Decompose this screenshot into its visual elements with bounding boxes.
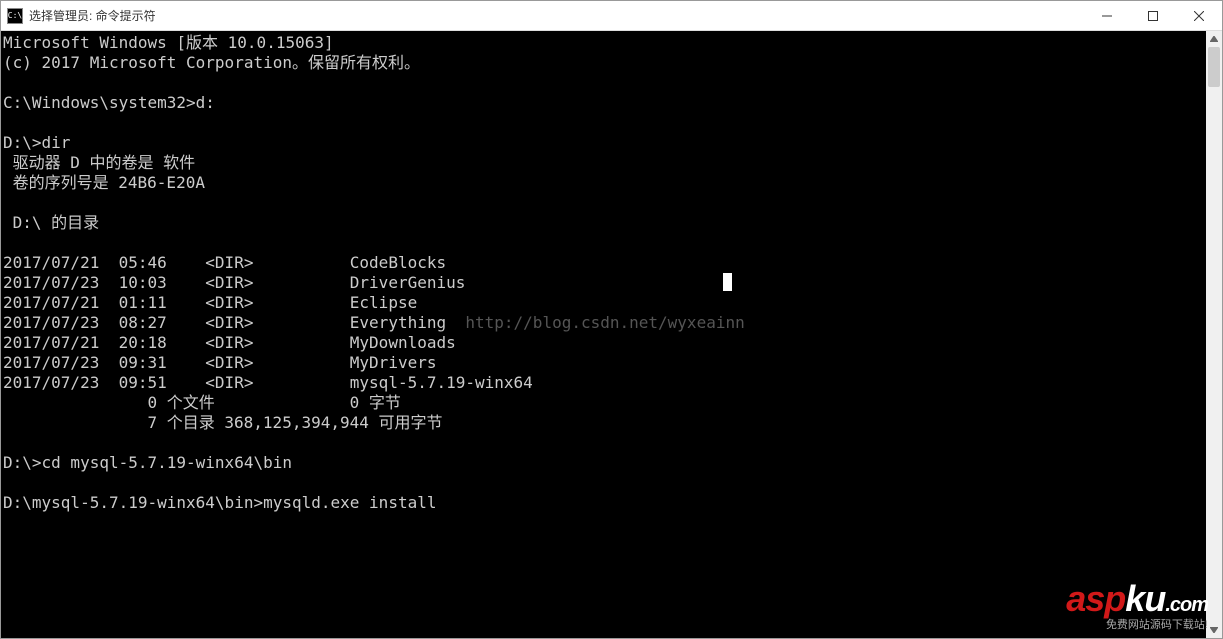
watermark-blog-url: http://blog.csdn.net/wyxeainn — [446, 313, 745, 332]
terminal-output[interactable]: Microsoft Windows [版本 10.0.15063](c) 201… — [1, 31, 1206, 638]
terminal-line: 2017/07/23 08:27 <DIR> Everything http:/… — [3, 313, 1206, 333]
window-title: 选择管理员: 命令提示符 — [29, 7, 156, 24]
maximize-button[interactable] — [1130, 1, 1176, 30]
terminal-line: (c) 2017 Microsoft Corporation。保留所有权利。 — [3, 53, 1206, 73]
scroll-down-arrow[interactable] — [1206, 622, 1222, 638]
terminal-line: 2017/07/23 09:31 <DIR> MyDrivers — [3, 353, 1206, 373]
terminal-line: 0 个文件 0 字节 — [3, 393, 1206, 413]
terminal-line: 2017/07/23 09:51 <DIR> mysql-5.7.19-winx… — [3, 373, 1206, 393]
vertical-scrollbar[interactable] — [1206, 31, 1222, 638]
terminal-line: 驱动器 D 中的卷是 软件 — [3, 153, 1206, 173]
terminal-line: D:\ 的目录 — [3, 213, 1206, 233]
terminal-line: 7 个目录 368,125,394,944 可用字节 — [3, 413, 1206, 433]
terminal-line: D:\mysql-5.7.19-winx64\bin>mysqld.exe in… — [3, 493, 1206, 513]
minimize-button[interactable] — [1084, 1, 1130, 30]
terminal-line: 2017/07/21 20:18 <DIR> MyDownloads — [3, 333, 1206, 353]
terminal-line: D:\>cd mysql-5.7.19-winx64\bin — [3, 453, 1206, 473]
scroll-thumb[interactable] — [1208, 47, 1220, 87]
terminal-line: 2017/07/21 05:46 <DIR> CodeBlocks — [3, 253, 1206, 273]
app-icon: C:\ — [7, 8, 23, 24]
terminal-line: 2017/07/23 10:03 <DIR> DriverGenius — [3, 273, 1206, 293]
scroll-up-arrow[interactable] — [1206, 31, 1222, 47]
text-cursor — [723, 273, 732, 291]
terminal-line: C:\Windows\system32>d: — [3, 93, 1206, 113]
window-controls — [1084, 1, 1222, 30]
titlebar[interactable]: C:\ 选择管理员: 命令提示符 — [1, 1, 1222, 31]
terminal-area: Microsoft Windows [版本 10.0.15063](c) 201… — [1, 31, 1222, 638]
terminal-line: D:\>dir — [3, 133, 1206, 153]
close-button[interactable] — [1176, 1, 1222, 30]
terminal-line: Microsoft Windows [版本 10.0.15063] — [3, 33, 1206, 53]
terminal-line: 卷的序列号是 24B6-E20A — [3, 173, 1206, 193]
command-prompt-window: C:\ 选择管理员: 命令提示符 Microsoft Windows [版本 1… — [0, 0, 1223, 639]
terminal-line — [3, 433, 1206, 453]
terminal-line: 2017/07/21 01:11 <DIR> Eclipse — [3, 293, 1206, 313]
terminal-line — [3, 193, 1206, 213]
terminal-line — [3, 113, 1206, 133]
terminal-line — [3, 233, 1206, 253]
terminal-line — [3, 73, 1206, 93]
terminal-line — [3, 473, 1206, 493]
